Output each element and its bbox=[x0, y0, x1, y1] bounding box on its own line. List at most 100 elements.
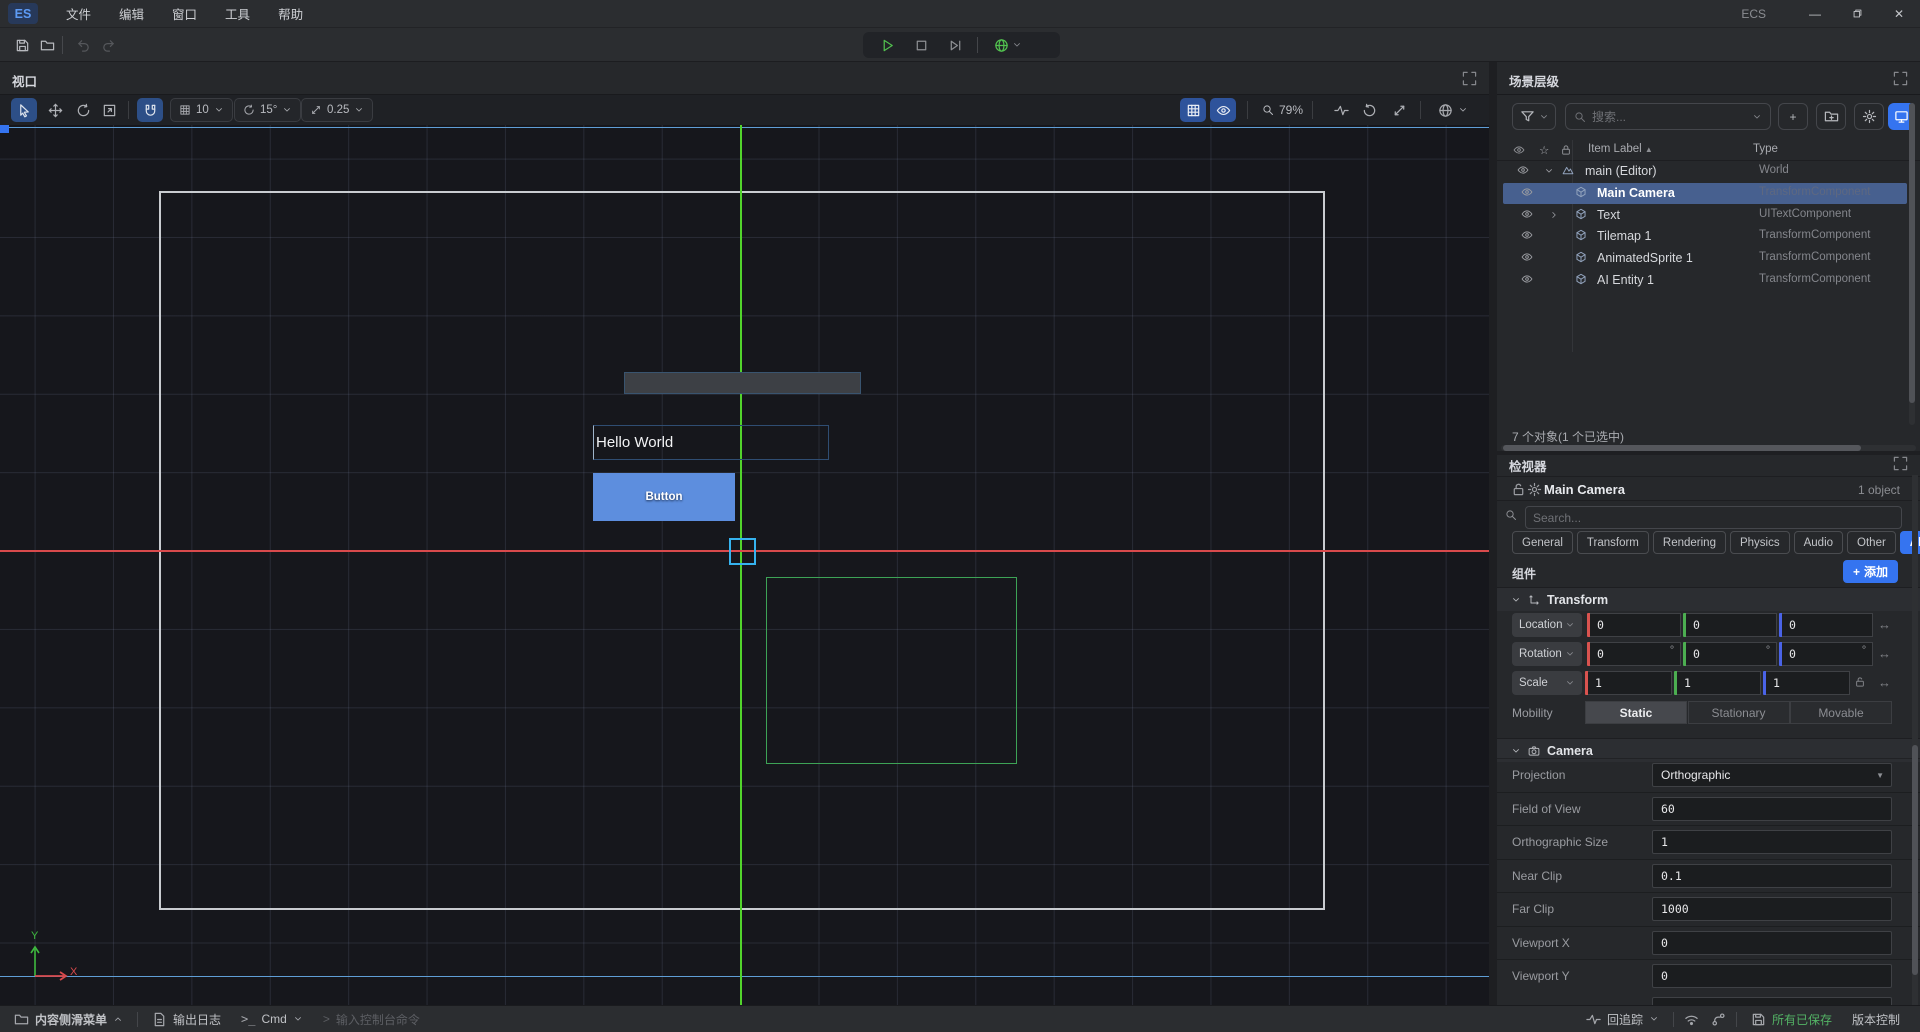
fullscreen-icon[interactable] bbox=[1462, 71, 1477, 86]
step-button[interactable] bbox=[943, 34, 967, 56]
backtrace-dropdown[interactable]: 回追踪 bbox=[1576, 1006, 1669, 1032]
cmd-dropdown[interactable]: >_ Cmd bbox=[231, 1006, 313, 1032]
add-component-button[interactable]: + 添加 bbox=[1843, 560, 1898, 583]
visibility-eye-icon[interactable] bbox=[1521, 186, 1533, 198]
scale-z-input[interactable]: 1 bbox=[1766, 671, 1850, 695]
fullscreen-icon[interactable] bbox=[1893, 456, 1908, 471]
rotate-tool[interactable] bbox=[70, 98, 96, 122]
far-clip-input[interactable]: 1000 bbox=[1652, 897, 1892, 921]
fullscreen-icon[interactable] bbox=[1893, 71, 1908, 86]
scene-panel-object[interactable] bbox=[624, 372, 861, 394]
location-y-input[interactable]: 0 bbox=[1686, 613, 1777, 637]
menu-item-2[interactable]: 窗口 bbox=[158, 0, 211, 28]
scene-canvas[interactable]: Hello World Button Y X bbox=[0, 125, 1489, 1005]
mobility-movable[interactable]: Movable bbox=[1790, 701, 1892, 724]
output-log-button[interactable]: 输出日志 bbox=[142, 1006, 231, 1032]
filter-dropdown[interactable] bbox=[1512, 103, 1556, 130]
location-dropdown[interactable]: Location bbox=[1512, 613, 1582, 637]
hierarchy-column-header[interactable]: ☆ Item Label ▲ Type bbox=[1497, 140, 1920, 161]
scale-lock-icon[interactable] bbox=[1854, 676, 1866, 688]
hierarchy-settings-button[interactable] bbox=[1854, 103, 1884, 130]
rotation-link-icon[interactable]: ↔ bbox=[1878, 646, 1891, 661]
hierarchy-search-input[interactable] bbox=[1592, 110, 1746, 124]
world-view-dropdown[interactable] bbox=[1430, 98, 1476, 122]
rotation-y-input[interactable]: 0° bbox=[1686, 642, 1777, 666]
hierarchy-vscrollbar[interactable] bbox=[1909, 103, 1915, 425]
hierarchy-hscrollbar[interactable] bbox=[1501, 445, 1916, 451]
stop-button[interactable] bbox=[909, 34, 933, 56]
grid-snap-dropdown[interactable]: 10 bbox=[170, 98, 233, 122]
tab-rendering[interactable]: Rendering bbox=[1653, 531, 1726, 554]
zoom-indicator[interactable]: 79% bbox=[1262, 98, 1303, 122]
tab-other[interactable]: Other bbox=[1847, 531, 1896, 554]
eye-icon[interactable] bbox=[1513, 144, 1525, 156]
select-tool[interactable] bbox=[11, 98, 37, 122]
app-logo[interactable]: ES bbox=[8, 3, 38, 24]
gizmo-visibility-toggle[interactable] bbox=[1210, 98, 1236, 122]
field-of-view-input[interactable]: 60 bbox=[1652, 797, 1892, 821]
open-folder-button[interactable] bbox=[37, 36, 57, 54]
undo-button[interactable] bbox=[73, 36, 93, 54]
rotation-x-input[interactable]: 0° bbox=[1590, 642, 1681, 666]
mobility-static[interactable]: Static bbox=[1585, 701, 1687, 724]
chevron-right-icon[interactable] bbox=[1549, 210, 1559, 220]
canvas-bound-handle[interactable] bbox=[0, 125, 9, 133]
star-icon[interactable]: ☆ bbox=[1539, 143, 1549, 157]
stats-toggle[interactable] bbox=[1328, 98, 1354, 122]
visibility-eye-icon[interactable] bbox=[1521, 273, 1533, 285]
location-link-icon[interactable]: ↔ bbox=[1878, 617, 1891, 632]
save-status[interactable]: 所有已保存 bbox=[1741, 1006, 1842, 1032]
hierarchy-row-ai-entity-1[interactable]: AI Entity 1TransformComponent bbox=[1503, 270, 1907, 291]
minimize-button[interactable]: — bbox=[1794, 0, 1836, 28]
move-tool[interactable] bbox=[42, 98, 68, 122]
add-folder-button[interactable] bbox=[1816, 103, 1846, 130]
hierarchy-row-text[interactable]: TextUITextComponent bbox=[1503, 205, 1907, 226]
hierarchy-row-main-editor-[interactable]: main (Editor)World bbox=[1503, 161, 1907, 182]
scale-dropdown[interactable]: Scale bbox=[1512, 671, 1582, 695]
grid-visibility-toggle[interactable] bbox=[1180, 98, 1206, 122]
snap-toggle[interactable] bbox=[137, 98, 163, 122]
reset-view-button[interactable] bbox=[1356, 98, 1382, 122]
scale-snap-dropdown[interactable]: 0.25 bbox=[301, 98, 373, 122]
scene-button-object[interactable]: Button bbox=[593, 473, 735, 521]
scene-text-object[interactable]: Hello World bbox=[593, 425, 829, 460]
run-target-dropdown[interactable] bbox=[988, 34, 1028, 56]
content-drawer-button[interactable]: 内容侧滑菜单 bbox=[4, 1006, 133, 1032]
branch-icon[interactable] bbox=[1705, 1006, 1732, 1032]
chevron-down-icon[interactable] bbox=[1544, 166, 1554, 176]
hierarchy-row-animatedsprite-1[interactable]: AnimatedSprite 1TransformComponent bbox=[1503, 248, 1907, 269]
add-entity-button[interactable]: + bbox=[1778, 103, 1808, 130]
origin-marker[interactable] bbox=[729, 538, 756, 565]
projection-input[interactable]: Orthographic▼ bbox=[1652, 763, 1892, 787]
column-type[interactable]: Type bbox=[1753, 143, 1778, 155]
mobility-stationary[interactable]: Stationary bbox=[1688, 701, 1790, 724]
lock-icon[interactable] bbox=[1560, 144, 1572, 156]
menu-item-4[interactable]: 帮助 bbox=[264, 0, 317, 28]
viewport-x-input[interactable]: 0 bbox=[1652, 931, 1892, 955]
play-button[interactable] bbox=[875, 34, 899, 56]
location-x-input[interactable]: 0 bbox=[1590, 613, 1681, 637]
menu-item-3[interactable]: 工具 bbox=[211, 0, 264, 28]
scale-link-icon[interactable]: ↔ bbox=[1878, 675, 1891, 690]
column-item-label[interactable]: Item Label ▲ bbox=[1588, 143, 1653, 155]
rotate-snap-dropdown[interactable]: 15° bbox=[234, 98, 301, 122]
redo-button[interactable] bbox=[98, 36, 118, 54]
hierarchy-search[interactable] bbox=[1565, 103, 1771, 130]
scale-y-input[interactable]: 1 bbox=[1677, 671, 1761, 695]
inspector-scrollbar[interactable] bbox=[1912, 475, 1918, 1005]
location-z-input[interactable]: 0 bbox=[1782, 613, 1873, 637]
scale-x-input[interactable]: 1 bbox=[1588, 671, 1672, 695]
viewport-y-input[interactable]: 0 bbox=[1652, 964, 1892, 988]
rotation-z-input[interactable]: 0° bbox=[1782, 642, 1873, 666]
maximize-button[interactable] bbox=[1836, 0, 1878, 28]
transform-section-header[interactable]: Transform bbox=[1497, 587, 1920, 611]
tab-physics[interactable]: Physics bbox=[1730, 531, 1790, 554]
tab-audio[interactable]: Audio bbox=[1794, 531, 1843, 554]
visibility-eye-icon[interactable] bbox=[1521, 229, 1533, 241]
inspector-search-input[interactable] bbox=[1533, 511, 1894, 525]
rotation-dropdown[interactable]: Rotation bbox=[1512, 642, 1582, 666]
visibility-eye-icon[interactable] bbox=[1517, 164, 1529, 176]
hierarchy-row-tilemap-1[interactable]: Tilemap 1TransformComponent bbox=[1503, 226, 1907, 247]
version-control-button[interactable]: 版本控制 bbox=[1842, 1006, 1910, 1032]
menu-item-0[interactable]: 文件 bbox=[52, 0, 105, 28]
